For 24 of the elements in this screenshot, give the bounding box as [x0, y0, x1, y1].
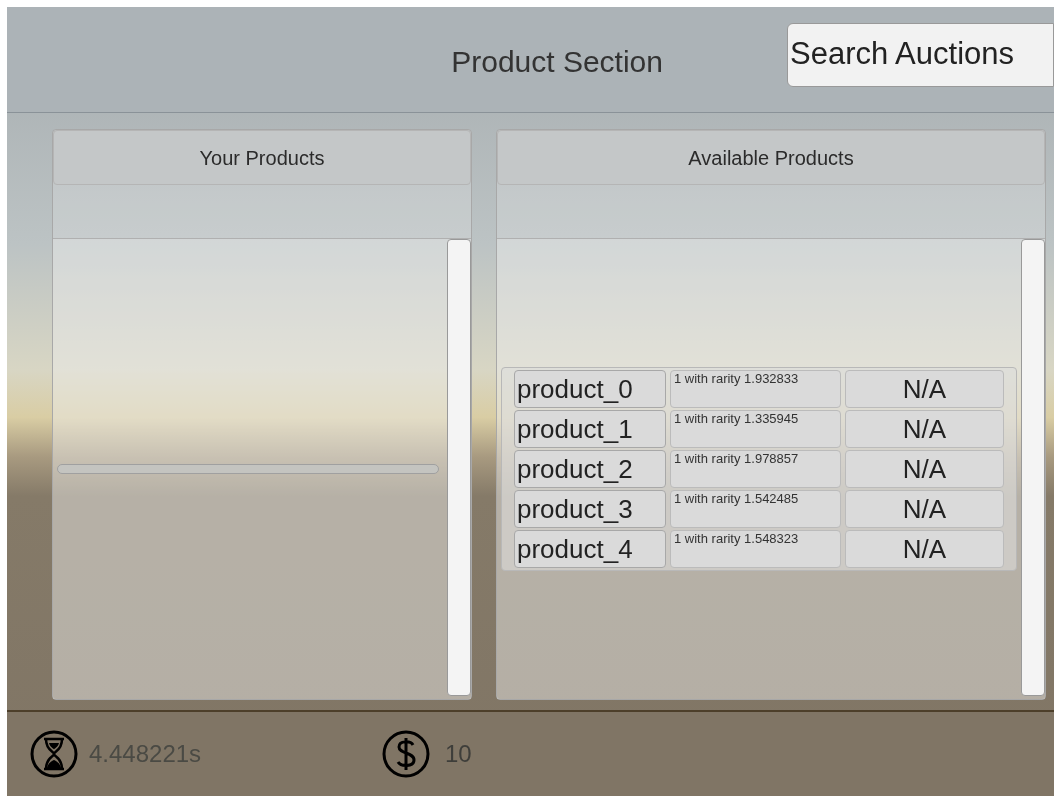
page-title: Product Section — [451, 44, 663, 80]
product-name: product_2 — [514, 450, 666, 488]
search-auctions-button[interactable]: Search Auctions — [787, 22, 1054, 87]
scrollbar[interactable] — [1021, 239, 1045, 696]
product-price: N/A — [845, 410, 1004, 448]
product-name: product_3 — [514, 490, 666, 528]
product-name: product_0 — [514, 370, 666, 408]
product-detail: 1 with rarity 1.335945 — [670, 410, 841, 448]
product-detail: 1 with rarity 1.548323 — [670, 530, 841, 568]
product-detail: 1 with rarity 1.978857 — [670, 450, 841, 488]
product-detail: 1 with rarity 1.542485 — [670, 490, 841, 528]
dollar-icon — [381, 729, 431, 779]
scrollbar[interactable] — [447, 239, 471, 696]
panel-title: Available Products — [497, 130, 1045, 185]
hourglass-icon — [29, 729, 79, 779]
product-name: product_1 — [514, 410, 666, 448]
product-price: N/A — [845, 490, 1004, 528]
money-value: 10 — [445, 739, 472, 769]
panel-title: Your Products — [53, 130, 471, 185]
product-price: N/A — [845, 370, 1004, 408]
product-price: N/A — [845, 450, 1004, 488]
product-price: N/A — [845, 530, 1004, 568]
product-detail: 1 with rarity 1.932833 — [670, 370, 841, 408]
product-name: product_4 — [514, 530, 666, 568]
